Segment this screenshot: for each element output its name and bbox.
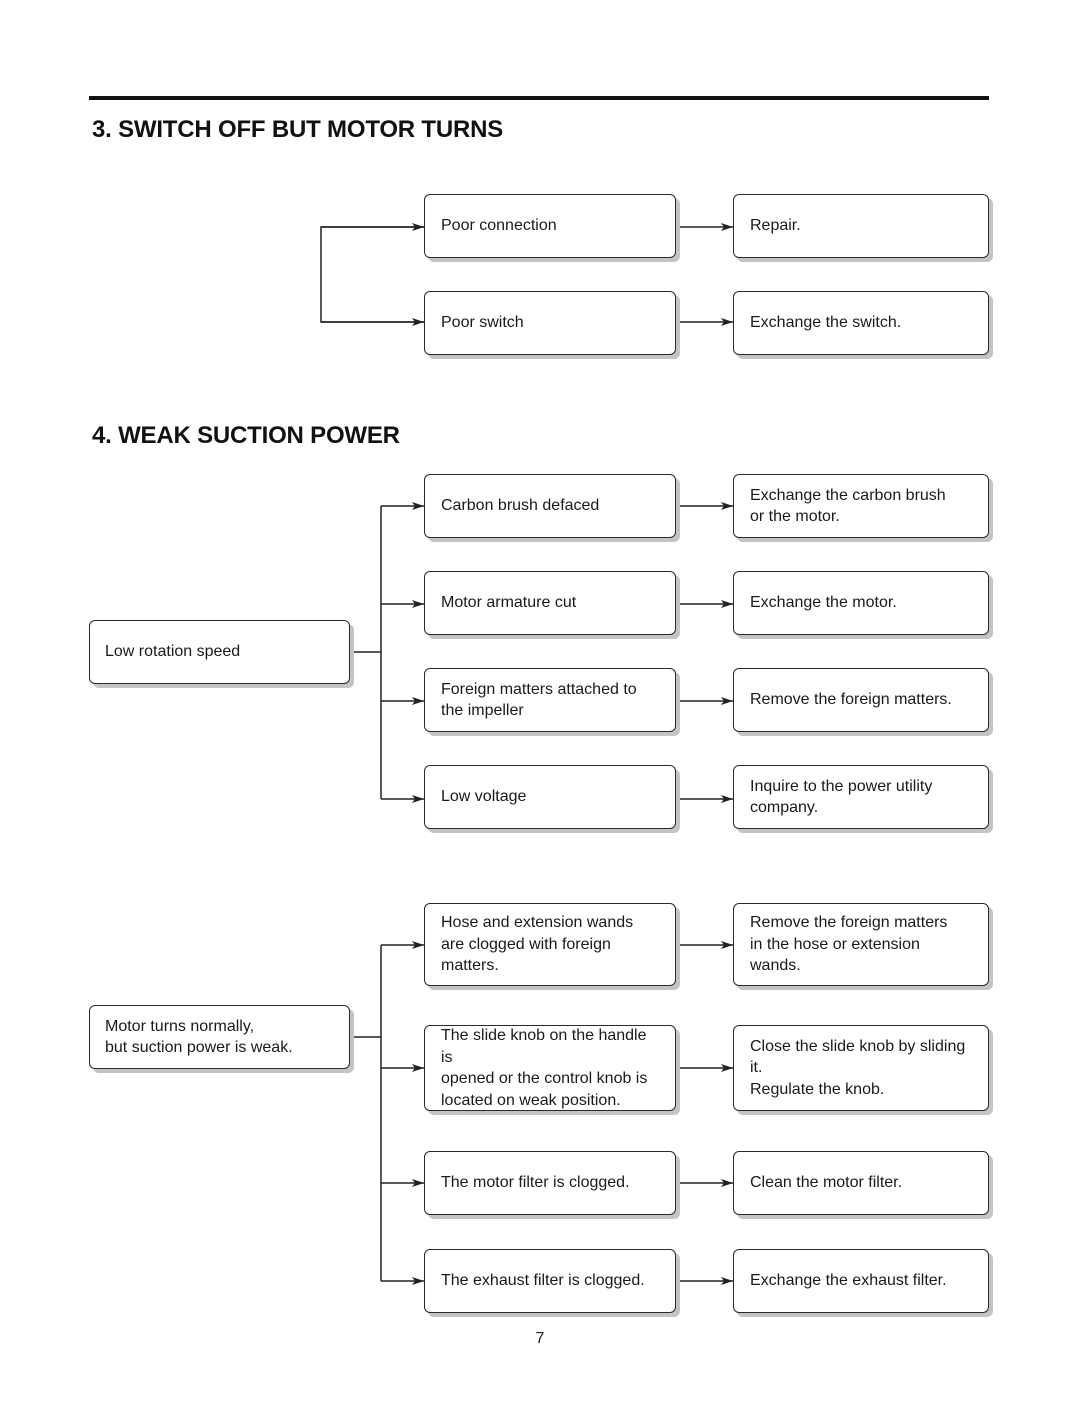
cause-box: Carbon brush defaced xyxy=(424,474,676,538)
cause-box: Motor armature cut xyxy=(424,571,676,635)
cause-box: Poor connection xyxy=(424,194,676,258)
cause-box: Hose and extension wands are clogged wit… xyxy=(424,903,676,986)
remedy-box: Clean the motor filter. xyxy=(733,1151,989,1215)
cause-box: The slide knob on the handle is opened o… xyxy=(424,1025,676,1111)
cause-box: The motor filter is clogged. xyxy=(424,1151,676,1215)
cause-box: Poor switch xyxy=(424,291,676,355)
page-number: 7 xyxy=(535,1330,545,1347)
symptom-box: Motor turns normally, but suction power … xyxy=(89,1005,350,1069)
remedy-box: Exchange the switch. xyxy=(733,291,989,355)
remedy-box: Exchange the carbon brush or the motor. xyxy=(733,474,989,538)
cause-box: The exhaust filter is clogged. xyxy=(424,1249,676,1313)
remedy-box: Remove the foreign matters. xyxy=(733,668,989,732)
remedy-box: Inquire to the power utility company. xyxy=(733,765,989,829)
remedy-box: Close the slide knob by sliding it. Regu… xyxy=(733,1025,989,1111)
branch-line xyxy=(320,226,424,323)
symptom-box: Low rotation speed xyxy=(89,620,350,684)
cause-box: Low voltage xyxy=(424,765,676,829)
remedy-box: Repair. xyxy=(733,194,989,258)
remedy-box: Remove the foreign matters in the hose o… xyxy=(733,903,989,986)
remedy-box: Exchange the exhaust filter. xyxy=(733,1249,989,1313)
remedy-box: Exchange the motor. xyxy=(733,571,989,635)
cause-box: Foreign matters attached to the impeller xyxy=(424,668,676,732)
